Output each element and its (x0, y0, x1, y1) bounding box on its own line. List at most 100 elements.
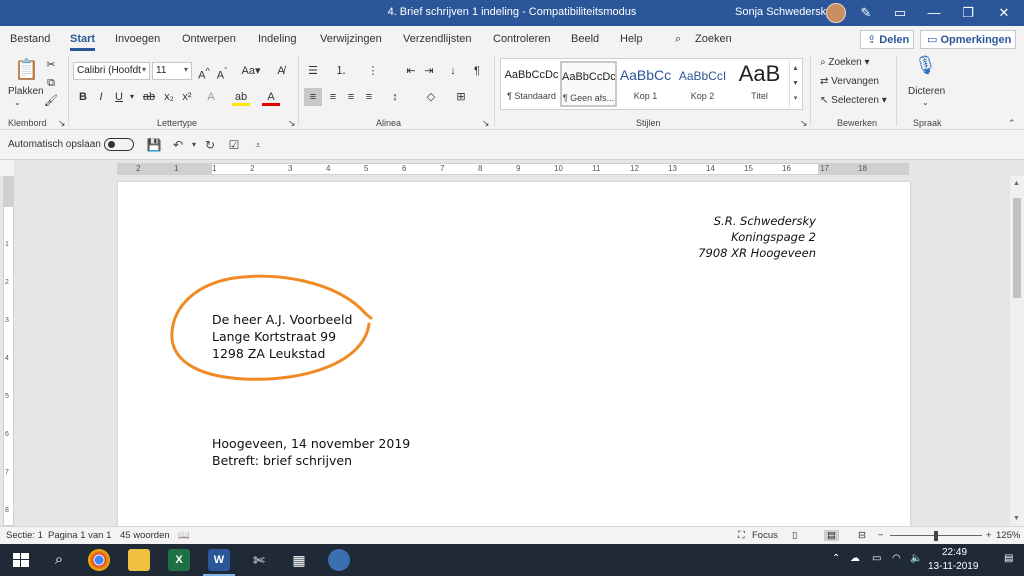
tab-beeld[interactable]: Beeld (571, 33, 599, 45)
ribbon-display-icon[interactable]: ▭ (892, 5, 908, 21)
subject-line[interactable]: Betreft: brief schrijven (212, 453, 352, 468)
strikethrough-icon[interactable]: ab (140, 88, 158, 106)
paste-button[interactable]: Plakken (8, 86, 44, 97)
increase-indent-icon[interactable]: ⇥ (420, 62, 438, 80)
align-center-icon[interactable]: ≡ (324, 88, 342, 106)
microphone-icon[interactable]: 🎙 (914, 56, 937, 84)
line-spacing-icon[interactable]: ↕ (386, 88, 404, 106)
change-case-button[interactable]: Aa▾ (238, 62, 264, 80)
scroll-up-icon[interactable]: ▲ (1013, 180, 1020, 187)
clipboard-icon[interactable]: 📋 (14, 56, 39, 84)
borders-icon[interactable]: ⊞ (452, 88, 470, 106)
align-left-icon[interactable]: ≡ (304, 88, 322, 106)
document-area[interactable]: S.R. Schwedersky Koningspage 2 7908 XR H… (14, 176, 1010, 526)
tab-verzendlijsten[interactable]: Verzendlijsten (403, 33, 472, 45)
horizontal-ruler[interactable]: 2 1 1 2 3 4 5 6 7 8 9 10 11 12 13 14 15 16 17 18 (117, 163, 909, 175)
sender-city[interactable]: 7908 XR Hoogeveen (698, 246, 816, 260)
replace-button[interactable]: ⇄ Vervangen (820, 76, 879, 87)
scroll-down-icon[interactable]: ▼ (1013, 515, 1020, 522)
status-words[interactable]: 45 woorden (120, 530, 170, 541)
excel-icon[interactable]: X (168, 549, 190, 571)
paste-dropdown-icon[interactable]: ⌄ (14, 98, 21, 107)
font-name-combo[interactable]: Calibri (Hoofdt ▾ (73, 62, 150, 80)
print-layout-icon[interactable]: ▤ (824, 530, 839, 541)
file-explorer-icon[interactable] (128, 549, 150, 571)
select-button[interactable]: ↖ Selecteren ▾ (820, 95, 887, 106)
redo-icon[interactable]: ↻ (202, 137, 218, 153)
sender-name[interactable]: S.R. Schwedersky (714, 214, 816, 228)
chevron-down-icon[interactable]: ▾ (186, 137, 202, 153)
search-icon[interactable]: ⌕ (675, 33, 681, 46)
tab-invoegen[interactable]: Invoegen (115, 33, 160, 45)
undo-icon[interactable]: ↶ (170, 137, 186, 153)
comments-button[interactable]: ▭ Opmerkingen (920, 30, 1016, 49)
style-kop-2[interactable]: AaBbCcI Kop 2 (674, 61, 731, 107)
web-layout-icon[interactable]: ⊟ (858, 530, 866, 541)
bullets-icon[interactable]: ☰ (304, 62, 322, 80)
status-section[interactable]: Sectie: 1 (6, 530, 43, 541)
minimize-icon[interactable]: — (926, 5, 942, 21)
style-kop-1[interactable]: AaBbCc Kop 1 (617, 61, 674, 107)
chevron-down-icon[interactable]: ⌄ (922, 98, 929, 107)
status-page[interactable]: Pagina 1 van 1 (48, 530, 111, 541)
user-name[interactable]: Sonja Schwedersky (735, 6, 832, 18)
dictate-button[interactable]: Dicteren (908, 86, 945, 97)
style-geen-afstand[interactable]: AaBbCcDc ¶ Geen afs... (560, 61, 617, 107)
wifi-icon[interactable]: ◠ (892, 553, 901, 564)
notifications-icon[interactable]: ▤ (1004, 553, 1013, 564)
avatar[interactable] (826, 3, 846, 23)
battery-icon[interactable]: ▭ (872, 553, 881, 564)
focus-button[interactable]: Focus (752, 530, 778, 541)
styles-scroll[interactable]: ▲ ▼ ▾ (789, 61, 801, 107)
tab-verwijzingen[interactable]: Verwijzingen (320, 33, 382, 45)
style-standaard[interactable]: AaBbCcDc ¶ Standaard (503, 61, 560, 107)
proofing-icon[interactable]: 📖 (178, 530, 190, 541)
customize-qat-icon[interactable]: ⩡ (250, 137, 266, 153)
zoom-in-icon[interactable]: + (986, 530, 992, 541)
tab-start[interactable]: Start (70, 33, 96, 51)
font-color-icon[interactable]: A (262, 88, 280, 106)
recipient-street[interactable]: Lange Kortstraat 99 (212, 329, 336, 344)
place-date[interactable]: Hoogeveen, 14 november 2019 (212, 436, 410, 451)
word-icon[interactable]: W (203, 549, 235, 576)
close-icon[interactable]: ✕ (996, 5, 1012, 21)
subscript-icon[interactable]: x₂ (160, 88, 178, 106)
scroll-thumb[interactable] (1013, 198, 1021, 298)
tab-help[interactable]: Help (620, 33, 643, 45)
recipient-name[interactable]: De heer A.J. Voorbeeld (212, 312, 352, 327)
onedrive-icon[interactable]: ☁ (850, 553, 860, 564)
windows-start-icon[interactable] (10, 549, 32, 571)
justify-icon[interactable]: ≡ (360, 88, 378, 106)
tab-ontwerpen[interactable]: Ontwerpen (182, 33, 236, 45)
paint-icon[interactable] (328, 549, 350, 571)
style-titel[interactable]: AaB Titel (731, 61, 788, 107)
share-button[interactable]: ⇪ Delen (860, 30, 914, 49)
cut-icon[interactable]: ✂ (42, 56, 60, 74)
pilcrow-icon[interactable]: ¶ (468, 62, 486, 80)
chrome-icon[interactable] (88, 549, 110, 571)
chevron-down-icon[interactable]: ▾ (123, 88, 141, 106)
tab-indeling[interactable]: Indeling (258, 33, 297, 45)
grow-font-icon[interactable]: A^ (195, 62, 213, 82)
decrease-indent-icon[interactable]: ⇤ (402, 62, 420, 80)
zoom-slider-handle[interactable] (934, 531, 938, 541)
sort-icon[interactable]: ↓ (444, 62, 462, 80)
italic-icon[interactable]: I (92, 88, 110, 106)
highlight-icon[interactable]: ab (232, 88, 250, 106)
vertical-ruler[interactable]: 1 2 3 4 5 6 7 8 (3, 176, 14, 526)
tab-bestand[interactable]: Bestand (10, 33, 50, 45)
collapse-ribbon-icon[interactable]: ⌃ (1008, 118, 1016, 129)
clear-formatting-icon[interactable]: A̸ (272, 62, 290, 80)
clock-date[interactable]: 13-11-2019 (928, 561, 978, 572)
tab-controleren[interactable]: Controleren (493, 33, 550, 45)
clock-time[interactable]: 22:49 (942, 547, 967, 558)
find-button[interactable]: ⌕ Zoeken ▾ (820, 57, 870, 68)
font-size-combo[interactable]: 11 ▾ (152, 62, 192, 80)
restore-icon[interactable]: ❐ (960, 5, 976, 21)
zoom-level[interactable]: 125% (996, 530, 1020, 541)
styles-gallery[interactable]: AaBbCcDc ¶ Standaard AaBbCcDc ¶ Geen afs… (500, 58, 803, 110)
numbering-icon[interactable]: ⒈ (332, 62, 350, 80)
save-icon[interactable]: 💾 (146, 137, 162, 153)
read-mode-icon[interactable]: ▯ (792, 530, 797, 541)
tray-chevron-icon[interactable]: ⌃ (832, 553, 840, 564)
